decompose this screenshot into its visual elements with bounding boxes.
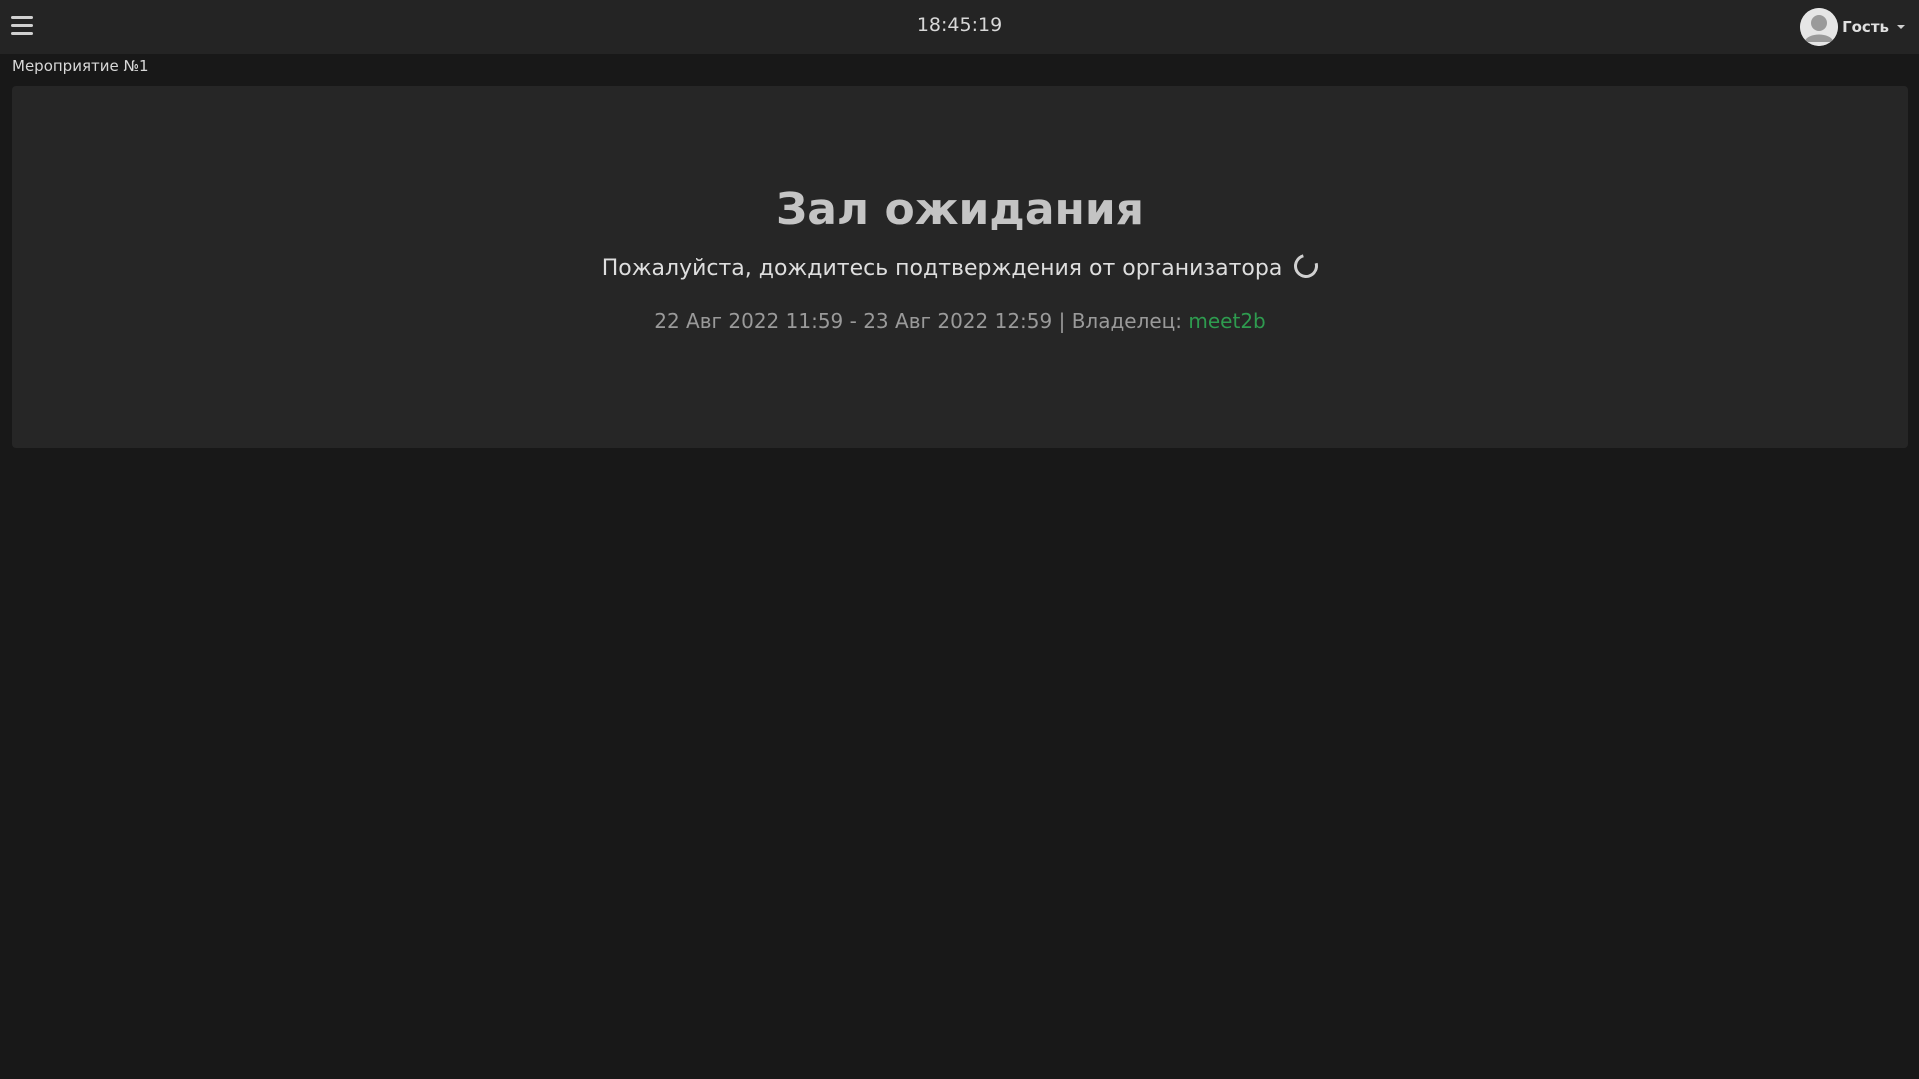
user-menu[interactable]: Гость — [1800, 7, 1905, 47]
user-avatar-icon — [1800, 8, 1839, 46]
breadcrumb: Мероприятие №1 — [12, 57, 149, 75]
chevron-down-icon — [1897, 25, 1905, 29]
clock: 18:45:19 — [916, 14, 1003, 36]
event-meta: 22 Авг 2022 11:59 - 23 Авг 2022 12:59 | … — [12, 309, 1908, 333]
waiting-message-text: Пожалуйста, дождитесь подтверждения от о… — [601, 256, 1283, 281]
user-name: Гость — [1842, 18, 1889, 36]
event-date-range: 22 Авг 2022 11:59 - 23 Авг 2022 12:59 — [654, 309, 1053, 333]
waiting-room-panel: Зал ожидания Пожалуйста, дождитесь подтв… — [12, 86, 1908, 448]
page-title: Зал ожидания — [775, 184, 1145, 235]
owner-label: Владелец: — [1071, 309, 1189, 333]
meta-separator: | — [1052, 309, 1072, 333]
waiting-message: Пожалуйста, дождитесь подтверждения от о… — [12, 249, 1908, 283]
owner-link[interactable]: meet2b — [1188, 309, 1265, 333]
top-bar: 18:45:19 Гость — [0, 0, 1919, 54]
loading-spinner-icon — [1289, 249, 1323, 283]
